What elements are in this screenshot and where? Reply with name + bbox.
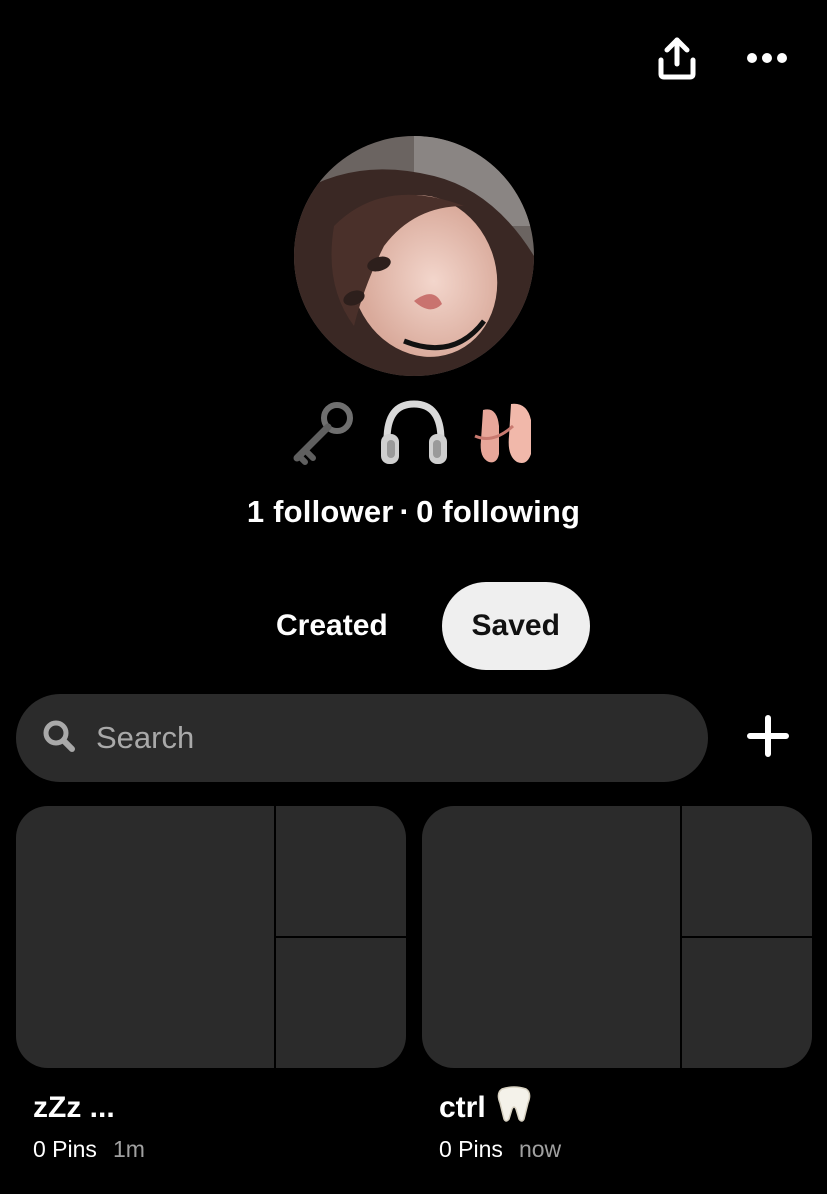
add-board-button[interactable]: [738, 708, 798, 768]
more-dots-icon: [746, 51, 788, 69]
board-title-text: ctrl: [439, 1091, 486, 1124]
board-meta: 0 Pins 1m: [33, 1136, 406, 1163]
followers-count[interactable]: 1 follower: [247, 494, 394, 529]
board-card[interactable]: ctrl 0 Pins now: [422, 806, 812, 1163]
headphones-emoji: [377, 396, 451, 470]
search-bar[interactable]: [16, 694, 708, 782]
board-cover-bottom: [276, 938, 406, 1068]
board-cover-main: [422, 806, 680, 1068]
follow-stats[interactable]: 1 follower · 0 following: [0, 494, 827, 530]
board-meta: 0 Pins now: [439, 1136, 812, 1163]
avatar[interactable]: [294, 136, 534, 376]
search-input[interactable]: [94, 719, 658, 757]
top-actions: [653, 36, 791, 84]
ballet-shoes-emoji: [469, 396, 543, 470]
board-title[interactable]: zZz ...: [33, 1088, 406, 1128]
profile-tabs: Created Saved: [254, 582, 590, 670]
tab-saved[interactable]: Saved: [441, 582, 590, 670]
following-count[interactable]: 0 following: [416, 494, 580, 529]
board-pin-count: 0 Pins: [33, 1136, 97, 1162]
bio-emojis: [0, 396, 827, 470]
board-updated-time: now: [518, 1136, 562, 1162]
board-cover-main: [16, 806, 274, 1068]
share-upload-icon: [657, 36, 697, 85]
tooth-emoji: [496, 1085, 532, 1131]
share-button[interactable]: [653, 36, 701, 84]
board-cover[interactable]: [16, 806, 406, 1068]
board-cover-top: [276, 806, 406, 936]
plus-icon: [746, 714, 790, 763]
tab-created[interactable]: Created: [254, 582, 410, 670]
board-title-text: zZz ...: [33, 1091, 115, 1124]
board-pin-count: 0 Pins: [439, 1136, 503, 1162]
board-title[interactable]: ctrl: [439, 1085, 812, 1131]
board-card[interactable]: zZz ... 0 Pins 1m: [16, 806, 406, 1163]
board-cover[interactable]: [422, 806, 812, 1068]
old-key-emoji: [285, 396, 359, 470]
board-cover-bottom: [682, 938, 812, 1068]
more-options-button[interactable]: [743, 36, 791, 84]
search-icon: [42, 719, 76, 758]
board-updated-time: 1m: [112, 1136, 145, 1162]
stats-separator: ·: [399, 494, 411, 529]
board-cover-top: [682, 806, 812, 936]
